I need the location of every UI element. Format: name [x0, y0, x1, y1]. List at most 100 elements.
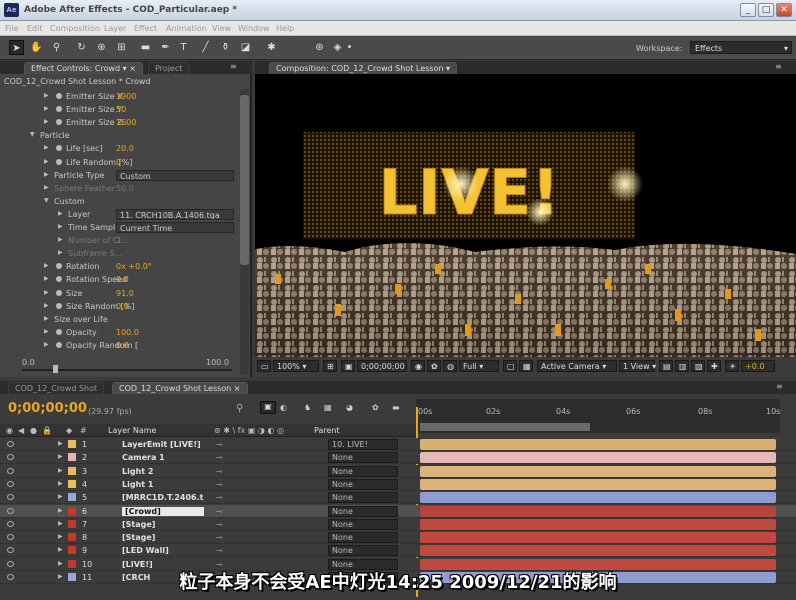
layer-label-color[interactable]	[68, 506, 76, 515]
layer-row[interactable]: ▶ 8 [Stage] ⊸ None	[0, 531, 796, 545]
layer-duration-bar[interactable]	[420, 505, 776, 517]
stopwatch-icon[interactable]	[56, 302, 62, 309]
work-area-bar[interactable]	[420, 423, 590, 431]
flowchart-icon[interactable]: ✚	[707, 360, 721, 372]
region-of-interest-icon[interactable]: ▢	[503, 360, 517, 372]
safe-margins-icon[interactable]: ⊞	[323, 360, 337, 372]
puppet-pin-icon[interactable]: ✱	[264, 40, 279, 55]
axis-mode-icon[interactable]: ⊛	[312, 40, 327, 55]
layer-row[interactable]: ▶ 9 [LED Wall] ⊸ None	[0, 544, 796, 558]
twirl-closed-icon[interactable]: ▶	[58, 440, 63, 447]
twirl-closed-icon[interactable]: ▶	[44, 315, 49, 322]
layer-duration-bar[interactable]	[420, 452, 776, 464]
slider-handle[interactable]	[53, 365, 58, 373]
twirl-closed-icon[interactable]: ▶	[44, 105, 49, 112]
eye-icon[interactable]	[7, 507, 14, 514]
minimize-button[interactable]: _	[740, 3, 756, 17]
layer-duration-bar[interactable]	[420, 492, 776, 504]
effect-property-value[interactable]: 0x +0.0°	[116, 262, 152, 271]
eye-icon[interactable]	[7, 467, 14, 474]
layer-row[interactable]: ▶ 2 Camera 1 ⊸ None	[0, 451, 796, 465]
layer-label-color[interactable]	[68, 519, 76, 528]
maximize-button[interactable]: □	[758, 3, 774, 17]
composition-viewer[interactable]: LIVE!	[255, 74, 796, 357]
effect-property-row[interactable]: ▶ Subframe S...	[0, 247, 238, 260]
layer-row[interactable]: ▶ 3 Light 2 ⊸ None	[0, 464, 796, 478]
hide-shy-icon[interactable]: ♞	[304, 403, 311, 412]
layer-duration-bar[interactable]	[420, 532, 776, 544]
workspace-select[interactable]: Effects ▾	[690, 41, 792, 54]
layer-label-color[interactable]	[68, 546, 76, 555]
twirl-closed-icon[interactable]: ▶	[58, 507, 63, 514]
twirl-closed-icon[interactable]: ▶	[44, 275, 49, 282]
effect-property-value[interactable]: 1600	[116, 118, 136, 127]
eye-icon[interactable]	[7, 520, 14, 527]
twirl-open-icon[interactable]: ▼	[44, 197, 49, 204]
menu-help[interactable]: Help	[276, 24, 294, 33]
camera-select[interactable]: Active Camera ▾	[537, 360, 617, 372]
effect-property-row[interactable]: ▶ Opacity 100.0	[0, 326, 238, 339]
shape-tool-icon[interactable]: ▬	[138, 40, 153, 55]
effect-property-row[interactable]: ▶ Particle Type Custom	[0, 169, 238, 182]
exposure-value[interactable]: +0.0	[741, 360, 775, 372]
frame-blending-icon[interactable]: ▦	[324, 403, 332, 412]
layer-label-color[interactable]	[68, 493, 76, 502]
layer-label-color[interactable]	[68, 440, 76, 448]
layer-label-color[interactable]	[68, 479, 76, 488]
shy-switch-icon[interactable]: ⊸	[216, 546, 223, 555]
effect-property-row[interactable]: ▶ Opacity Random [0.0	[0, 339, 238, 352]
effect-property-row[interactable]: ▼ Custom	[0, 195, 238, 208]
menu-layer[interactable]: Layer	[104, 24, 126, 33]
twirl-closed-icon[interactable]: ▶	[58, 480, 63, 487]
layer-label-color[interactable]	[68, 466, 76, 475]
effect-property-value[interactable]: 100.0	[116, 328, 139, 337]
eye-icon[interactable]	[7, 560, 14, 567]
twirl-closed-icon[interactable]: ▶	[58, 210, 63, 217]
effect-property-value[interactable]: 20.0	[116, 144, 134, 153]
effect-property-row[interactable]: ▼ Particle	[0, 129, 238, 142]
layer-duration-bar[interactable]	[420, 478, 776, 490]
panel-menu-icon[interactable]: ≡	[230, 62, 237, 71]
shy-switch-icon[interactable]: ⊸	[216, 467, 223, 476]
effect-property-value[interactable]: 0.0	[116, 275, 129, 284]
twirl-closed-icon[interactable]: ▶	[44, 289, 49, 296]
view-axis-icon[interactable]: •	[342, 40, 357, 55]
effect-property-row[interactable]: ▶ Number of Cl... 2	[0, 234, 238, 247]
eye-icon[interactable]	[7, 454, 14, 461]
shy-switch-icon[interactable]: ⊸	[216, 493, 223, 502]
parent-select[interactable]: 10. LIVE!	[328, 439, 398, 450]
brainstorm-icon[interactable]: ▬	[392, 403, 400, 412]
twirl-closed-icon[interactable]: ▶	[44, 262, 49, 269]
effect-property-value[interactable]: 0.0	[116, 302, 129, 311]
layer-duration-bar[interactable]	[420, 439, 776, 450]
layer-name[interactable]: LayerEmit [LIVE!]	[122, 440, 201, 449]
parent-select[interactable]: None	[328, 518, 398, 530]
layer-name[interactable]: Light 2	[122, 467, 153, 476]
shy-switch-icon[interactable]: ⊸	[216, 480, 223, 489]
twirl-closed-icon[interactable]: ▶	[44, 118, 49, 125]
eye-icon[interactable]	[7, 547, 14, 554]
parent-select[interactable]: None	[328, 478, 398, 490]
shy-switch-icon[interactable]: ⊸	[216, 507, 223, 516]
effect-scrollbar-thumb[interactable]	[240, 95, 249, 265]
twirl-closed-icon[interactable]: ▶	[58, 453, 63, 460]
twirl-closed-icon[interactable]: ▶	[44, 341, 49, 348]
effect-property-value[interactable]: 0.0	[116, 341, 129, 350]
resolution-select[interactable]: Full ▾	[459, 360, 499, 372]
comp-mini-flowchart-icon[interactable]: ▣	[260, 401, 276, 414]
toggle-pixel-icon[interactable]: ▤	[659, 360, 673, 372]
effect-property-row[interactable]: ▶ Emitter Size X 1900	[0, 90, 238, 103]
search-icon[interactable]: ⚲	[236, 403, 243, 414]
menu-composition[interactable]: Composition	[50, 24, 100, 33]
menu-edit[interactable]: Edit	[27, 24, 43, 33]
parent-select[interactable]: None	[328, 532, 398, 544]
layer-name[interactable]: [Crowd]	[122, 506, 204, 516]
effect-property-row[interactable]: ▶ Size Random [%] 0.0	[0, 300, 238, 313]
shy-switch-icon[interactable]: ⊸	[216, 453, 223, 462]
stopwatch-icon[interactable]	[56, 263, 62, 270]
layer-name[interactable]: [LED Wall]	[122, 546, 169, 555]
effect-property-value[interactable]: 2	[116, 236, 121, 245]
parent-select[interactable]: None	[328, 452, 398, 464]
effect-property-dropdown[interactable]: 11. CRCH10B.A.1406.tga	[116, 208, 234, 220]
comp-timecode[interactable]: 0;00;00;00	[357, 360, 407, 372]
